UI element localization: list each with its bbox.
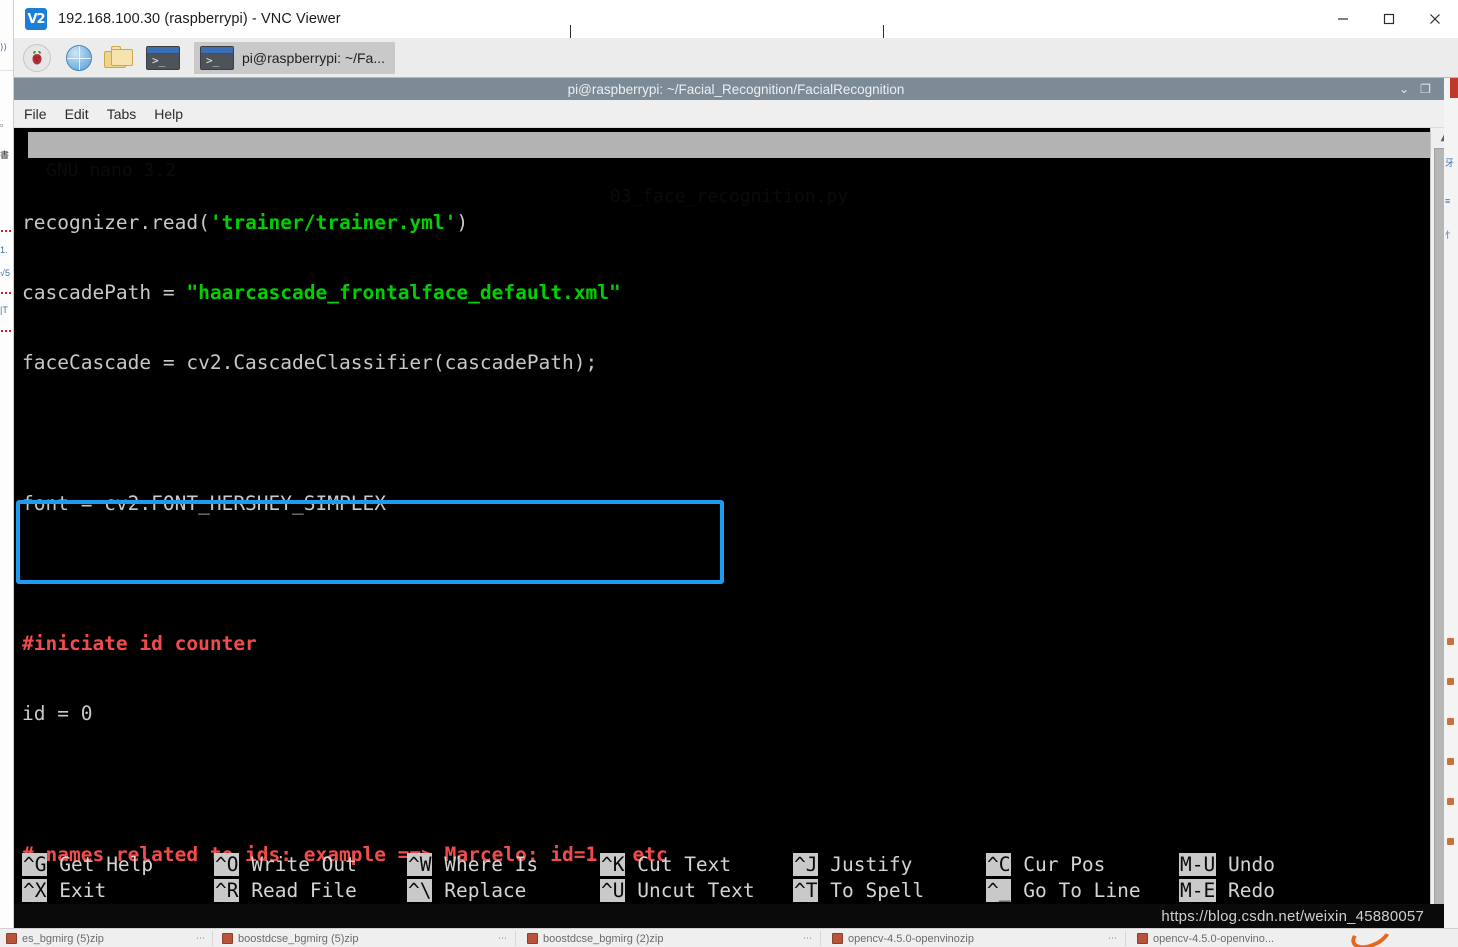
archive-icon <box>6 933 17 944</box>
terminal-window-title: pi@raspberrypi: ~/Facial_Recognition/Fac… <box>567 81 905 97</box>
code-line: id = 0 <box>22 702 93 726</box>
code-line: font = cv2.FONT_HERSHEY_SIMPLEX <box>22 491 386 515</box>
app-logo-swoosh-icon <box>1346 929 1396 947</box>
archive-icon <box>1137 933 1148 944</box>
menu-file[interactable]: File <box>24 106 47 122</box>
nano-shortcut-bar: ^G Get Help ^O Write Out ^W Where Is ^K … <box>14 852 1430 904</box>
code-line: cascadePath = "haarcascade_frontalface_d… <box>22 281 621 305</box>
windows-taskbar: es_bgmirg (5)zip ⋯ boostdcse_bgmirg (5)z… <box>0 928 1458 947</box>
bg-sliver-glyph: 書 <box>0 150 10 160</box>
terminal-icon: >_ <box>200 45 234 70</box>
lxterminal-window: pi@raspberrypi: ~/Facial_Recognition/Fac… <box>14 78 1458 936</box>
taskbar-item[interactable]: boostdcse_bgmirg (2)zip <box>527 930 663 947</box>
bg-sliver-glyph: 1. <box>0 245 8 255</box>
file-manager-icon[interactable] <box>104 45 134 70</box>
shortcut-cut-text[interactable]: ^K Cut Text <box>600 852 731 878</box>
shortcut-row: ^G Get Help ^O Write Out ^W Where Is ^K … <box>14 852 1430 878</box>
archive-icon <box>832 933 843 944</box>
shortcut-cur-pos[interactable]: ^C Cur Pos <box>986 852 1105 878</box>
bg-sliver-glyph: ≡ <box>1445 196 1451 206</box>
terminal-icon[interactable]: >_ <box>146 45 180 70</box>
shortcut-redo[interactable]: M-E Redo <box>1179 878 1275 904</box>
shortcut-undo[interactable]: M-U Undo <box>1179 852 1275 878</box>
raspberry-pi-taskbar: >_ >_ pi@raspberrypi: ~/Fa... Vnc <box>14 38 1458 111</box>
vnc-logo-icon: V2 <box>25 8 47 30</box>
nano-titlebar: GNU nano 3.2 03_face_recognition.py <box>28 132 1430 207</box>
bg-sliver-glyph: √5 <box>0 268 10 278</box>
close-button[interactable] <box>1412 0 1458 38</box>
taskbar-item[interactable]: boostdcse_bgmirg (5)zip <box>222 930 358 947</box>
background-app-red-sliver <box>1450 78 1458 98</box>
background-window-sliver-right: 牙 ≡ 忄 <box>1444 78 1458 928</box>
nano-editor[interactable]: GNU nano 3.2 03_face_recognition.py reco… <box>14 128 1430 936</box>
terminal-maximize-button[interactable]: ❐ <box>1420 78 1431 100</box>
shortcut-replace[interactable]: ^\ Replace <box>407 878 526 904</box>
taskbar-item[interactable]: opencv-4.5.0-openvinozip <box>832 930 974 947</box>
screen-root: ⟩⟩ ▫ 書 1. √5 |T V2 192.168.100.30 (raspb… <box>0 0 1458 947</box>
bg-sliver-glyph: 牙 <box>1445 158 1455 168</box>
taskbar-item[interactable]: opencv-4.5.0-openvino... <box>1137 930 1274 947</box>
code-line: #iniciate id counter <box>22 632 257 656</box>
bg-sliver-glyph: ⟩⟩ <box>0 42 8 52</box>
shortcut-justify[interactable]: ^J Justify <box>793 852 912 878</box>
menu-help[interactable]: Help <box>154 106 183 122</box>
shortcut-go-to-line[interactable]: ^_ Go To Line <box>986 878 1141 904</box>
watermark-url: https://blog.csdn.net/weixin_45880057 <box>14 904 1458 928</box>
minimize-button[interactable] <box>1320 0 1366 38</box>
web-browser-icon[interactable] <box>66 44 92 71</box>
raspberry-pi-menu-icon[interactable] <box>20 43 54 73</box>
shortcut-to-spell[interactable]: ^T To Spell <box>793 878 924 904</box>
shortcut-row: ^X Exit ^R Read File ^\ Replace ^U Uncut… <box>14 878 1430 904</box>
shortcut-read-file[interactable]: ^R Read File <box>214 878 357 904</box>
taskbar-window-button[interactable]: >_ pi@raspberrypi: ~/Fa... <box>194 41 395 74</box>
code-line: faceCascade = cv2.CascadeClassifier(casc… <box>22 351 598 375</box>
background-window-sliver-left: ⟩⟩ ▫ 書 1. √5 |T <box>0 0 14 947</box>
shortcut-uncut-text[interactable]: ^U Uncut Text <box>600 878 755 904</box>
archive-icon <box>527 933 538 944</box>
bg-sliver-glyph: ▫ <box>0 120 4 130</box>
bg-sliver-glyph: |T <box>0 305 8 315</box>
shortcut-where-is[interactable]: ^W Where Is <box>407 852 538 878</box>
shortcut-get-help[interactable]: ^G Get Help <box>22 852 153 878</box>
shortcut-write-out[interactable]: ^O Write Out <box>214 852 357 878</box>
menu-edit[interactable]: Edit <box>65 106 89 122</box>
code-line: recognizer.read('trainer/trainer.yml') <box>22 210 469 234</box>
shade-button[interactable]: ⌄ <box>1399 78 1409 100</box>
menu-tabs[interactable]: Tabs <box>107 106 137 122</box>
archive-icon <box>222 933 233 944</box>
nano-code-area[interactable]: recognizer.read('trainer/trainer.yml') c… <box>14 164 1430 936</box>
terminal-menubar: File Edit Tabs Help <box>14 100 1458 128</box>
bg-sliver-glyph: 忄 <box>1445 230 1455 240</box>
shortcut-exit[interactable]: ^X Exit <box>22 878 106 904</box>
taskbar-window-label: pi@raspberrypi: ~/Fa... <box>242 49 385 66</box>
terminal-titlebar: pi@raspberrypi: ~/Facial_Recognition/Fac… <box>14 78 1458 100</box>
vnc-titlebar: V2 192.168.100.30 (raspberrypi) - VNC Vi… <box>14 0 1458 43</box>
maximize-button[interactable] <box>1366 0 1412 38</box>
window-controls <box>1320 0 1458 38</box>
vnc-viewer-window: V2 192.168.100.30 (raspberrypi) - VNC Vi… <box>14 0 1458 947</box>
taskbar-item[interactable]: es_bgmirg (5)zip <box>6 930 104 947</box>
vnc-window-title: 192.168.100.30 (raspberrypi) - VNC Viewe… <box>58 11 341 27</box>
